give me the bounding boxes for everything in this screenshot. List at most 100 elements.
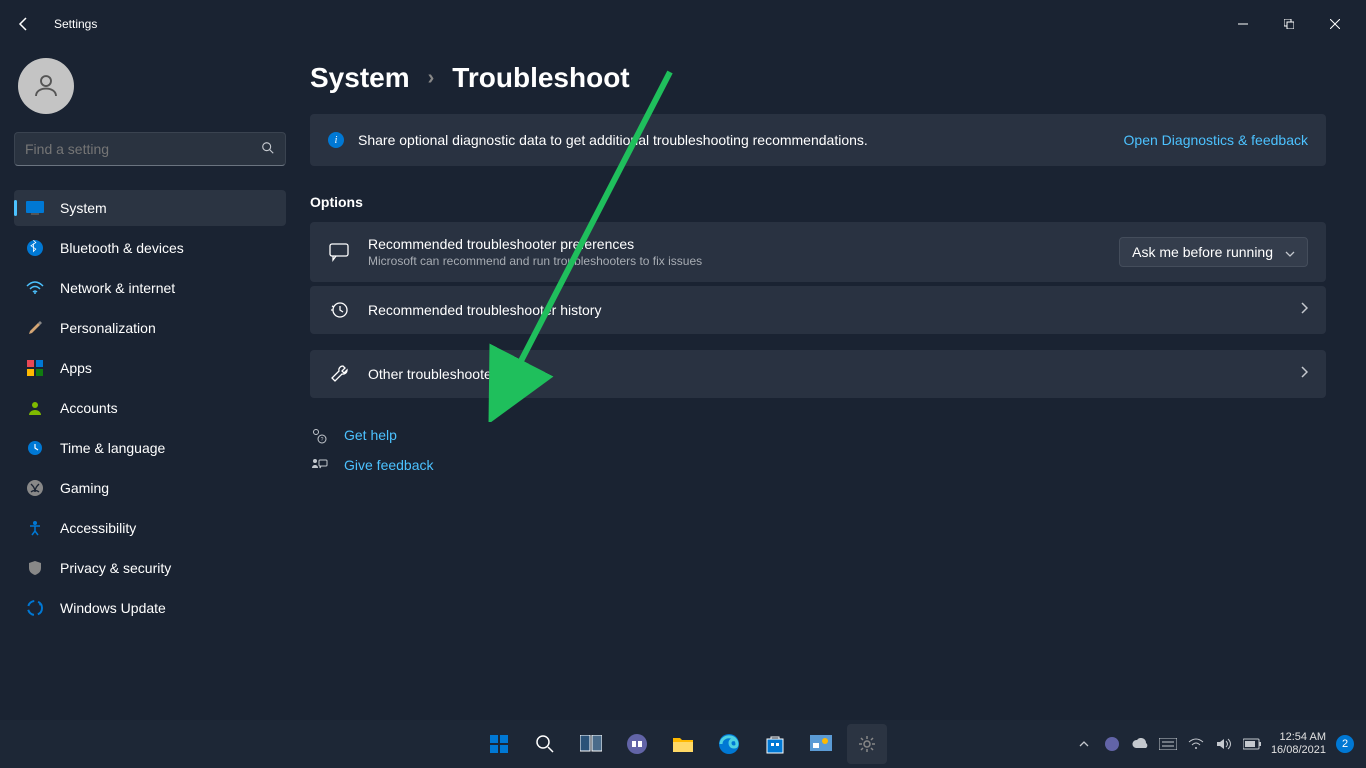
title-bar: Settings	[0, 0, 1366, 48]
card-other-troubleshooters[interactable]: Other troubleshooters	[310, 350, 1326, 398]
bluetooth-icon	[26, 239, 44, 257]
content-area: System › Troubleshoot i Share optional d…	[300, 48, 1366, 720]
card-title: Recommended troubleshooter history	[368, 302, 1301, 318]
sidebar-item-system[interactable]: System	[14, 190, 286, 226]
volume-tray-icon[interactable]	[1215, 735, 1233, 753]
sidebar-item-accessibility[interactable]: Accessibility	[14, 510, 286, 546]
chevron-right-icon: ›	[428, 67, 435, 90]
feedback-icon	[310, 456, 328, 474]
search-input[interactable]	[14, 132, 286, 166]
search-icon	[261, 141, 275, 158]
edge-button[interactable]	[709, 724, 749, 764]
card-title: Other troubleshooters	[368, 366, 1301, 382]
get-help-link[interactable]: ? Get help	[310, 426, 1326, 444]
nav-label: System	[60, 200, 107, 216]
nav-label: Accessibility	[60, 520, 136, 536]
sidebar-item-network[interactable]: Network & internet	[14, 270, 286, 306]
breadcrumb-parent[interactable]: System	[310, 62, 410, 94]
avatar[interactable]	[18, 58, 74, 114]
nav-label: Bluetooth & devices	[60, 240, 184, 256]
teams-tray-icon[interactable]	[1103, 735, 1121, 753]
sidebar-item-privacy[interactable]: Privacy & security	[14, 550, 286, 586]
brush-icon	[26, 319, 44, 337]
start-button[interactable]	[479, 724, 519, 764]
notification-badge[interactable]: 2	[1336, 735, 1354, 753]
card-preferences[interactable]: Recommended troubleshooter preferences M…	[310, 222, 1326, 282]
info-icon: i	[328, 132, 344, 148]
wrench-icon	[328, 364, 350, 384]
wifi-icon	[26, 279, 44, 297]
taskbar-center	[479, 724, 887, 764]
clock[interactable]: 12:54 AM 16/08/2021	[1271, 731, 1326, 757]
chevron-right-icon	[1301, 365, 1308, 383]
nav-label: Network & internet	[60, 280, 175, 296]
maximize-button[interactable]	[1266, 8, 1312, 40]
sidebar-item-apps[interactable]: Apps	[14, 350, 286, 386]
back-button[interactable]	[8, 8, 40, 40]
card-title: Recommended troubleshooter preferences	[368, 236, 1119, 252]
chevron-down-icon	[1285, 244, 1295, 260]
close-button[interactable]	[1312, 8, 1358, 40]
battery-tray-icon[interactable]	[1243, 735, 1261, 753]
link-label: Get help	[344, 427, 397, 443]
sidebar: System Bluetooth & devices Network & int…	[0, 48, 300, 720]
nav-label: Time & language	[60, 440, 165, 456]
section-title: Options	[310, 194, 1326, 210]
link-label: Give feedback	[344, 457, 434, 473]
keyboard-tray-icon[interactable]	[1159, 735, 1177, 753]
task-view-button[interactable]	[571, 724, 611, 764]
diagnostics-banner: i Share optional diagnostic data to get …	[310, 114, 1326, 166]
taskbar: 12:54 AM 16/08/2021 2	[0, 720, 1366, 768]
tray-overflow-icon[interactable]	[1075, 735, 1093, 753]
update-icon	[26, 599, 44, 617]
app-button[interactable]	[801, 724, 841, 764]
search-button[interactable]	[525, 724, 565, 764]
shield-icon	[26, 559, 44, 577]
footer-links: ? Get help Give feedback	[310, 426, 1326, 474]
apps-icon	[26, 359, 44, 377]
banner-text: Share optional diagnostic data to get ad…	[358, 132, 1124, 148]
sidebar-item-update[interactable]: Windows Update	[14, 590, 286, 626]
sidebar-item-time[interactable]: Time & language	[14, 430, 286, 466]
preferences-dropdown[interactable]: Ask me before running	[1119, 237, 1308, 267]
help-icon: ?	[310, 426, 328, 444]
system-tray: 12:54 AM 16/08/2021 2	[1075, 731, 1366, 757]
settings-button[interactable]	[847, 724, 887, 764]
nav-label: Windows Update	[60, 600, 166, 616]
accessibility-icon	[26, 519, 44, 537]
system-icon	[26, 199, 44, 217]
nav-label: Personalization	[60, 320, 156, 336]
sidebar-item-personalization[interactable]: Personalization	[14, 310, 286, 346]
onedrive-tray-icon[interactable]	[1131, 735, 1149, 753]
window-controls	[1220, 8, 1358, 40]
nav-label: Accounts	[60, 400, 118, 416]
wifi-tray-icon[interactable]	[1187, 735, 1205, 753]
page-title: Troubleshoot	[452, 62, 629, 94]
search-field[interactable]	[25, 141, 261, 157]
dropdown-value: Ask me before running	[1132, 244, 1273, 260]
sidebar-item-accounts[interactable]: Accounts	[14, 390, 286, 426]
breadcrumb: System › Troubleshoot	[310, 62, 1326, 94]
nav-label: Apps	[60, 360, 92, 376]
chevron-right-icon	[1301, 301, 1308, 319]
chat-icon	[328, 242, 350, 262]
clock-icon	[26, 439, 44, 457]
nav-label: Gaming	[60, 480, 109, 496]
xbox-icon	[26, 479, 44, 497]
nav-list: System Bluetooth & devices Network & int…	[14, 190, 286, 626]
chat-button[interactable]	[617, 724, 657, 764]
sidebar-item-bluetooth[interactable]: Bluetooth & devices	[14, 230, 286, 266]
nav-label: Privacy & security	[60, 560, 171, 576]
minimize-button[interactable]	[1220, 8, 1266, 40]
diagnostics-link[interactable]: Open Diagnostics & feedback	[1124, 132, 1308, 148]
clock-date: 16/08/2021	[1271, 744, 1326, 757]
store-button[interactable]	[755, 724, 795, 764]
clock-time: 12:54 AM	[1271, 731, 1326, 744]
give-feedback-link[interactable]: Give feedback	[310, 456, 1326, 474]
card-history[interactable]: Recommended troubleshooter history	[310, 286, 1326, 334]
history-icon	[328, 300, 350, 320]
svg-text:?: ?	[321, 437, 324, 443]
explorer-button[interactable]	[663, 724, 703, 764]
sidebar-item-gaming[interactable]: Gaming	[14, 470, 286, 506]
person-icon	[26, 399, 44, 417]
